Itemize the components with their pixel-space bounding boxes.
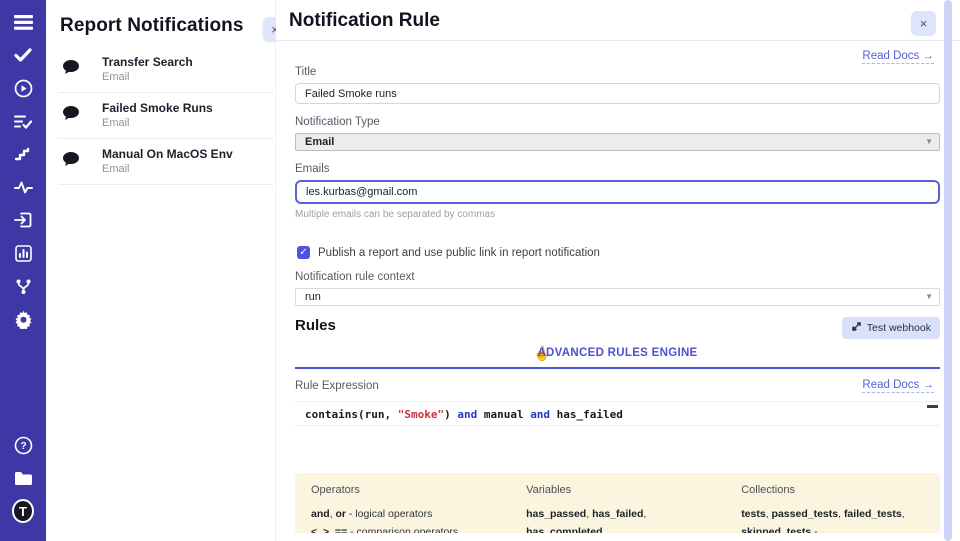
help-icon[interactable]: ? bbox=[12, 434, 34, 456]
rules-tab-bar: ☝ ADVANCED RULES ENGINE bbox=[295, 342, 940, 369]
context-select[interactable]: run ▼ bbox=[295, 288, 940, 306]
rule-expression-label: Rule Expression bbox=[295, 380, 379, 392]
checkbox-checked-icon[interactable]: ✓ bbox=[297, 246, 310, 259]
test-webhook-label: Test webhook bbox=[867, 322, 931, 334]
read-docs-link[interactable]: Read Docs → bbox=[862, 379, 934, 393]
notification-list-item[interactable]: Manual On MacOS Env Email bbox=[58, 139, 273, 185]
notification-type: Email bbox=[102, 163, 261, 175]
title-label: Title bbox=[295, 66, 940, 78]
chat-bubble-icon bbox=[62, 59, 80, 80]
notification-rule-panel: Notification Rule × Read Docs → Title No… bbox=[276, 0, 960, 541]
list-check-icon[interactable] bbox=[12, 110, 34, 132]
notification-list-item[interactable]: Transfer Search Email bbox=[58, 47, 273, 93]
notification-title: Transfer Search bbox=[102, 55, 261, 69]
help-column-title: Operators bbox=[311, 484, 504, 496]
page-title: Notification Rule bbox=[289, 10, 440, 31]
title-input[interactable] bbox=[295, 83, 940, 104]
gear-icon[interactable] bbox=[12, 308, 34, 330]
help-column-lines: and, or - logical operators<, >, == - co… bbox=[311, 505, 504, 533]
editor-scrollbar-thumb[interactable] bbox=[927, 405, 938, 408]
chevron-down-icon: ▼ bbox=[925, 137, 933, 146]
chat-bubble-icon bbox=[62, 105, 80, 126]
form-content: Read Docs → Title Notification Type Emai… bbox=[276, 41, 940, 533]
folder-icon[interactable] bbox=[12, 467, 34, 489]
logo-letter: T bbox=[12, 499, 34, 523]
rule-expression-code[interactable]: contains(run, "Smoke") and manual and ha… bbox=[295, 402, 940, 426]
notification-type: Email bbox=[102, 71, 261, 83]
app-logo[interactable]: T bbox=[12, 500, 34, 522]
webhook-transfer-icon bbox=[851, 321, 862, 335]
chevron-down-icon: ▼ bbox=[925, 292, 933, 301]
emails-label: Emails bbox=[295, 163, 940, 175]
menu-icon[interactable] bbox=[12, 11, 34, 33]
notification-title: Manual On MacOS Env bbox=[102, 147, 261, 161]
notification-type-label: Notification Type bbox=[295, 116, 940, 128]
play-circle-icon[interactable] bbox=[12, 77, 34, 99]
publish-report-checkbox-row[interactable]: ✓ Publish a report and use public link i… bbox=[297, 246, 940, 259]
check-icon[interactable] bbox=[12, 44, 34, 66]
listpanel-header: Report Notifications × bbox=[46, 0, 275, 47]
notification-list-item[interactable]: Failed Smoke Runs Email bbox=[58, 93, 273, 139]
pulse-icon[interactable] bbox=[12, 176, 34, 198]
icon-rail: ? T bbox=[0, 0, 46, 541]
read-docs-link[interactable]: Read Docs → bbox=[862, 50, 934, 64]
steps-icon[interactable] bbox=[12, 143, 34, 165]
rules-help-panel: Operators and, or - logical operators<, … bbox=[295, 473, 940, 533]
rules-heading: Rules bbox=[295, 317, 336, 334]
bar-chart-icon[interactable] bbox=[12, 242, 34, 264]
notification-type-select[interactable]: Email ▼ bbox=[295, 133, 940, 151]
help-column-title: Collections bbox=[741, 484, 934, 496]
svg-text:?: ? bbox=[20, 441, 26, 452]
vertical-scrollbar[interactable] bbox=[944, 0, 952, 541]
context-value: run bbox=[305, 291, 321, 303]
notification-type: Email bbox=[102, 117, 261, 129]
test-webhook-button[interactable]: Test webhook bbox=[842, 317, 940, 339]
help-column-variables: Variables has_passed, has_failed, has_co… bbox=[526, 484, 719, 533]
report-notifications-panel: Report Notifications × Transfer Search E… bbox=[46, 0, 276, 541]
branch-icon[interactable] bbox=[12, 275, 34, 297]
import-icon[interactable] bbox=[12, 209, 34, 231]
emails-input[interactable] bbox=[295, 180, 940, 204]
tab-advanced-rules-engine[interactable]: ADVANCED RULES ENGINE bbox=[295, 347, 940, 359]
panel-title: Report Notifications bbox=[60, 15, 244, 36]
close-button[interactable]: × bbox=[911, 11, 936, 36]
publish-report-label: Publish a report and use public link in … bbox=[318, 247, 600, 259]
help-column-lines: has_passed, has_failed, has_completed,wa… bbox=[526, 505, 719, 533]
help-column-lines: tests, passed_tests, failed_tests, skipp… bbox=[741, 505, 934, 533]
help-column-title: Variables bbox=[526, 484, 719, 496]
emails-helper-text: Multiple emails can be separated by comm… bbox=[295, 209, 940, 220]
main-header: Notification Rule × bbox=[276, 0, 960, 41]
app-window: ? T Report Notifications × Transfer Sear… bbox=[0, 0, 960, 541]
notification-title: Failed Smoke Runs bbox=[102, 101, 261, 115]
chat-bubble-icon bbox=[62, 151, 80, 172]
rule-expression-editor[interactable]: contains(run, "Smoke") and manual and ha… bbox=[295, 401, 940, 467]
context-label: Notification rule context bbox=[295, 271, 940, 283]
notification-type-value: Email bbox=[305, 136, 334, 148]
help-column-operators: Operators and, or - logical operators<, … bbox=[311, 484, 504, 533]
help-column-collections: Collections tests, passed_tests, failed_… bbox=[741, 484, 934, 533]
